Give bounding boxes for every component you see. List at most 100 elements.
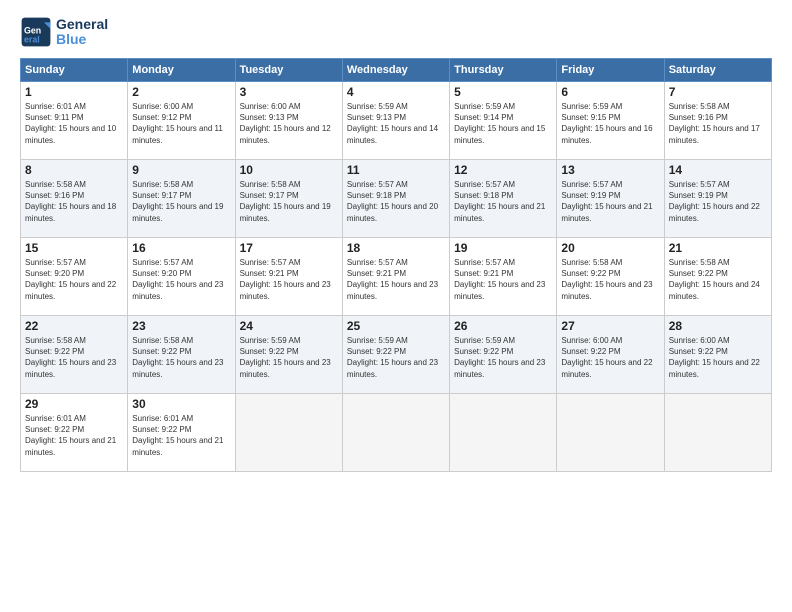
day-info: Sunrise: 5:57 AM Sunset: 9:20 PM Dayligh…	[25, 257, 123, 302]
empty-cell	[664, 394, 771, 472]
table-row: 4 Sunrise: 5:59 AM Sunset: 9:13 PM Dayli…	[342, 82, 449, 160]
day-info: Sunrise: 5:57 AM Sunset: 9:21 PM Dayligh…	[240, 257, 338, 302]
table-row: 15 Sunrise: 5:57 AM Sunset: 9:20 PM Dayl…	[21, 238, 128, 316]
day-number: 4	[347, 85, 445, 99]
table-row: 16 Sunrise: 5:57 AM Sunset: 9:20 PM Dayl…	[128, 238, 235, 316]
table-row: 14 Sunrise: 5:57 AM Sunset: 9:19 PM Dayl…	[664, 160, 771, 238]
empty-cell	[235, 394, 342, 472]
day-number: 11	[347, 163, 445, 177]
day-number: 25	[347, 319, 445, 333]
day-number: 27	[561, 319, 659, 333]
day-info: Sunrise: 5:57 AM Sunset: 9:18 PM Dayligh…	[347, 179, 445, 224]
day-number: 9	[132, 163, 230, 177]
day-number: 7	[669, 85, 767, 99]
day-info: Sunrise: 6:00 AM Sunset: 9:13 PM Dayligh…	[240, 101, 338, 146]
table-row: 9 Sunrise: 5:58 AM Sunset: 9:17 PM Dayli…	[128, 160, 235, 238]
day-number: 22	[25, 319, 123, 333]
table-row: 12 Sunrise: 5:57 AM Sunset: 9:18 PM Dayl…	[450, 160, 557, 238]
table-row: 5 Sunrise: 5:59 AM Sunset: 9:14 PM Dayli…	[450, 82, 557, 160]
day-info: Sunrise: 5:59 AM Sunset: 9:22 PM Dayligh…	[240, 335, 338, 380]
day-number: 8	[25, 163, 123, 177]
table-row: 28 Sunrise: 6:00 AM Sunset: 9:22 PM Dayl…	[664, 316, 771, 394]
day-info: Sunrise: 6:01 AM Sunset: 9:22 PM Dayligh…	[132, 413, 230, 458]
day-number: 29	[25, 397, 123, 411]
col-monday: Monday	[128, 59, 235, 82]
day-number: 26	[454, 319, 552, 333]
calendar-row: 15 Sunrise: 5:57 AM Sunset: 9:20 PM Dayl…	[21, 238, 772, 316]
day-info: Sunrise: 5:58 AM Sunset: 9:22 PM Dayligh…	[669, 257, 767, 302]
logo: Gen eral General Blue	[20, 16, 108, 48]
table-row: 27 Sunrise: 6:00 AM Sunset: 9:22 PM Dayl…	[557, 316, 664, 394]
table-row: 22 Sunrise: 5:58 AM Sunset: 9:22 PM Dayl…	[21, 316, 128, 394]
calendar-row: 29 Sunrise: 6:01 AM Sunset: 9:22 PM Dayl…	[21, 394, 772, 472]
svg-text:eral: eral	[24, 34, 40, 44]
header-row: Sunday Monday Tuesday Wednesday Thursday…	[21, 59, 772, 82]
table-row: 25 Sunrise: 5:59 AM Sunset: 9:22 PM Dayl…	[342, 316, 449, 394]
day-info: Sunrise: 6:01 AM Sunset: 9:11 PM Dayligh…	[25, 101, 123, 146]
day-info: Sunrise: 5:58 AM Sunset: 9:22 PM Dayligh…	[561, 257, 659, 302]
day-info: Sunrise: 5:58 AM Sunset: 9:22 PM Dayligh…	[25, 335, 123, 380]
day-number: 2	[132, 85, 230, 99]
day-info: Sunrise: 5:57 AM Sunset: 9:21 PM Dayligh…	[454, 257, 552, 302]
table-row: 29 Sunrise: 6:01 AM Sunset: 9:22 PM Dayl…	[21, 394, 128, 472]
day-number: 24	[240, 319, 338, 333]
day-number: 23	[132, 319, 230, 333]
col-friday: Friday	[557, 59, 664, 82]
day-number: 16	[132, 241, 230, 255]
table-row: 23 Sunrise: 5:58 AM Sunset: 9:22 PM Dayl…	[128, 316, 235, 394]
empty-cell	[557, 394, 664, 472]
day-info: Sunrise: 5:58 AM Sunset: 9:17 PM Dayligh…	[240, 179, 338, 224]
table-row: 1 Sunrise: 6:01 AM Sunset: 9:11 PM Dayli…	[21, 82, 128, 160]
empty-cell	[342, 394, 449, 472]
calendar-row: 8 Sunrise: 5:58 AM Sunset: 9:16 PM Dayli…	[21, 160, 772, 238]
page-header: Gen eral General Blue	[20, 16, 772, 48]
logo-icon: Gen eral	[20, 16, 52, 48]
col-sunday: Sunday	[21, 59, 128, 82]
col-thursday: Thursday	[450, 59, 557, 82]
calendar-row: 22 Sunrise: 5:58 AM Sunset: 9:22 PM Dayl…	[21, 316, 772, 394]
day-number: 13	[561, 163, 659, 177]
empty-cell	[450, 394, 557, 472]
table-row: 7 Sunrise: 5:58 AM Sunset: 9:16 PM Dayli…	[664, 82, 771, 160]
table-row: 6 Sunrise: 5:59 AM Sunset: 9:15 PM Dayli…	[557, 82, 664, 160]
logo-line1: General	[56, 17, 108, 32]
table-row: 21 Sunrise: 5:58 AM Sunset: 9:22 PM Dayl…	[664, 238, 771, 316]
col-saturday: Saturday	[664, 59, 771, 82]
day-info: Sunrise: 6:01 AM Sunset: 9:22 PM Dayligh…	[25, 413, 123, 458]
day-info: Sunrise: 5:58 AM Sunset: 9:16 PM Dayligh…	[669, 101, 767, 146]
day-number: 3	[240, 85, 338, 99]
day-info: Sunrise: 5:58 AM Sunset: 9:17 PM Dayligh…	[132, 179, 230, 224]
day-info: Sunrise: 5:58 AM Sunset: 9:22 PM Dayligh…	[132, 335, 230, 380]
day-info: Sunrise: 6:00 AM Sunset: 9:12 PM Dayligh…	[132, 101, 230, 146]
day-info: Sunrise: 5:59 AM Sunset: 9:15 PM Dayligh…	[561, 101, 659, 146]
table-row: 8 Sunrise: 5:58 AM Sunset: 9:16 PM Dayli…	[21, 160, 128, 238]
calendar-page: Gen eral General Blue Sunday Monday Tues…	[0, 0, 792, 612]
day-number: 10	[240, 163, 338, 177]
day-number: 21	[669, 241, 767, 255]
table-row: 24 Sunrise: 5:59 AM Sunset: 9:22 PM Dayl…	[235, 316, 342, 394]
col-wednesday: Wednesday	[342, 59, 449, 82]
day-number: 28	[669, 319, 767, 333]
day-number: 19	[454, 241, 552, 255]
day-number: 17	[240, 241, 338, 255]
day-info: Sunrise: 5:59 AM Sunset: 9:22 PM Dayligh…	[347, 335, 445, 380]
table-row: 19 Sunrise: 5:57 AM Sunset: 9:21 PM Dayl…	[450, 238, 557, 316]
col-tuesday: Tuesday	[235, 59, 342, 82]
table-row: 13 Sunrise: 5:57 AM Sunset: 9:19 PM Dayl…	[557, 160, 664, 238]
day-number: 6	[561, 85, 659, 99]
table-row: 11 Sunrise: 5:57 AM Sunset: 9:18 PM Dayl…	[342, 160, 449, 238]
day-info: Sunrise: 6:00 AM Sunset: 9:22 PM Dayligh…	[669, 335, 767, 380]
table-row: 20 Sunrise: 5:58 AM Sunset: 9:22 PM Dayl…	[557, 238, 664, 316]
table-row: 30 Sunrise: 6:01 AM Sunset: 9:22 PM Dayl…	[128, 394, 235, 472]
logo-line2: Blue	[56, 32, 108, 47]
day-info: Sunrise: 5:57 AM Sunset: 9:18 PM Dayligh…	[454, 179, 552, 224]
table-row: 17 Sunrise: 5:57 AM Sunset: 9:21 PM Dayl…	[235, 238, 342, 316]
day-info: Sunrise: 5:57 AM Sunset: 9:19 PM Dayligh…	[561, 179, 659, 224]
day-number: 5	[454, 85, 552, 99]
day-info: Sunrise: 5:59 AM Sunset: 9:14 PM Dayligh…	[454, 101, 552, 146]
calendar-table: Sunday Monday Tuesday Wednesday Thursday…	[20, 58, 772, 472]
day-number: 20	[561, 241, 659, 255]
day-info: Sunrise: 5:58 AM Sunset: 9:16 PM Dayligh…	[25, 179, 123, 224]
day-number: 1	[25, 85, 123, 99]
day-number: 30	[132, 397, 230, 411]
